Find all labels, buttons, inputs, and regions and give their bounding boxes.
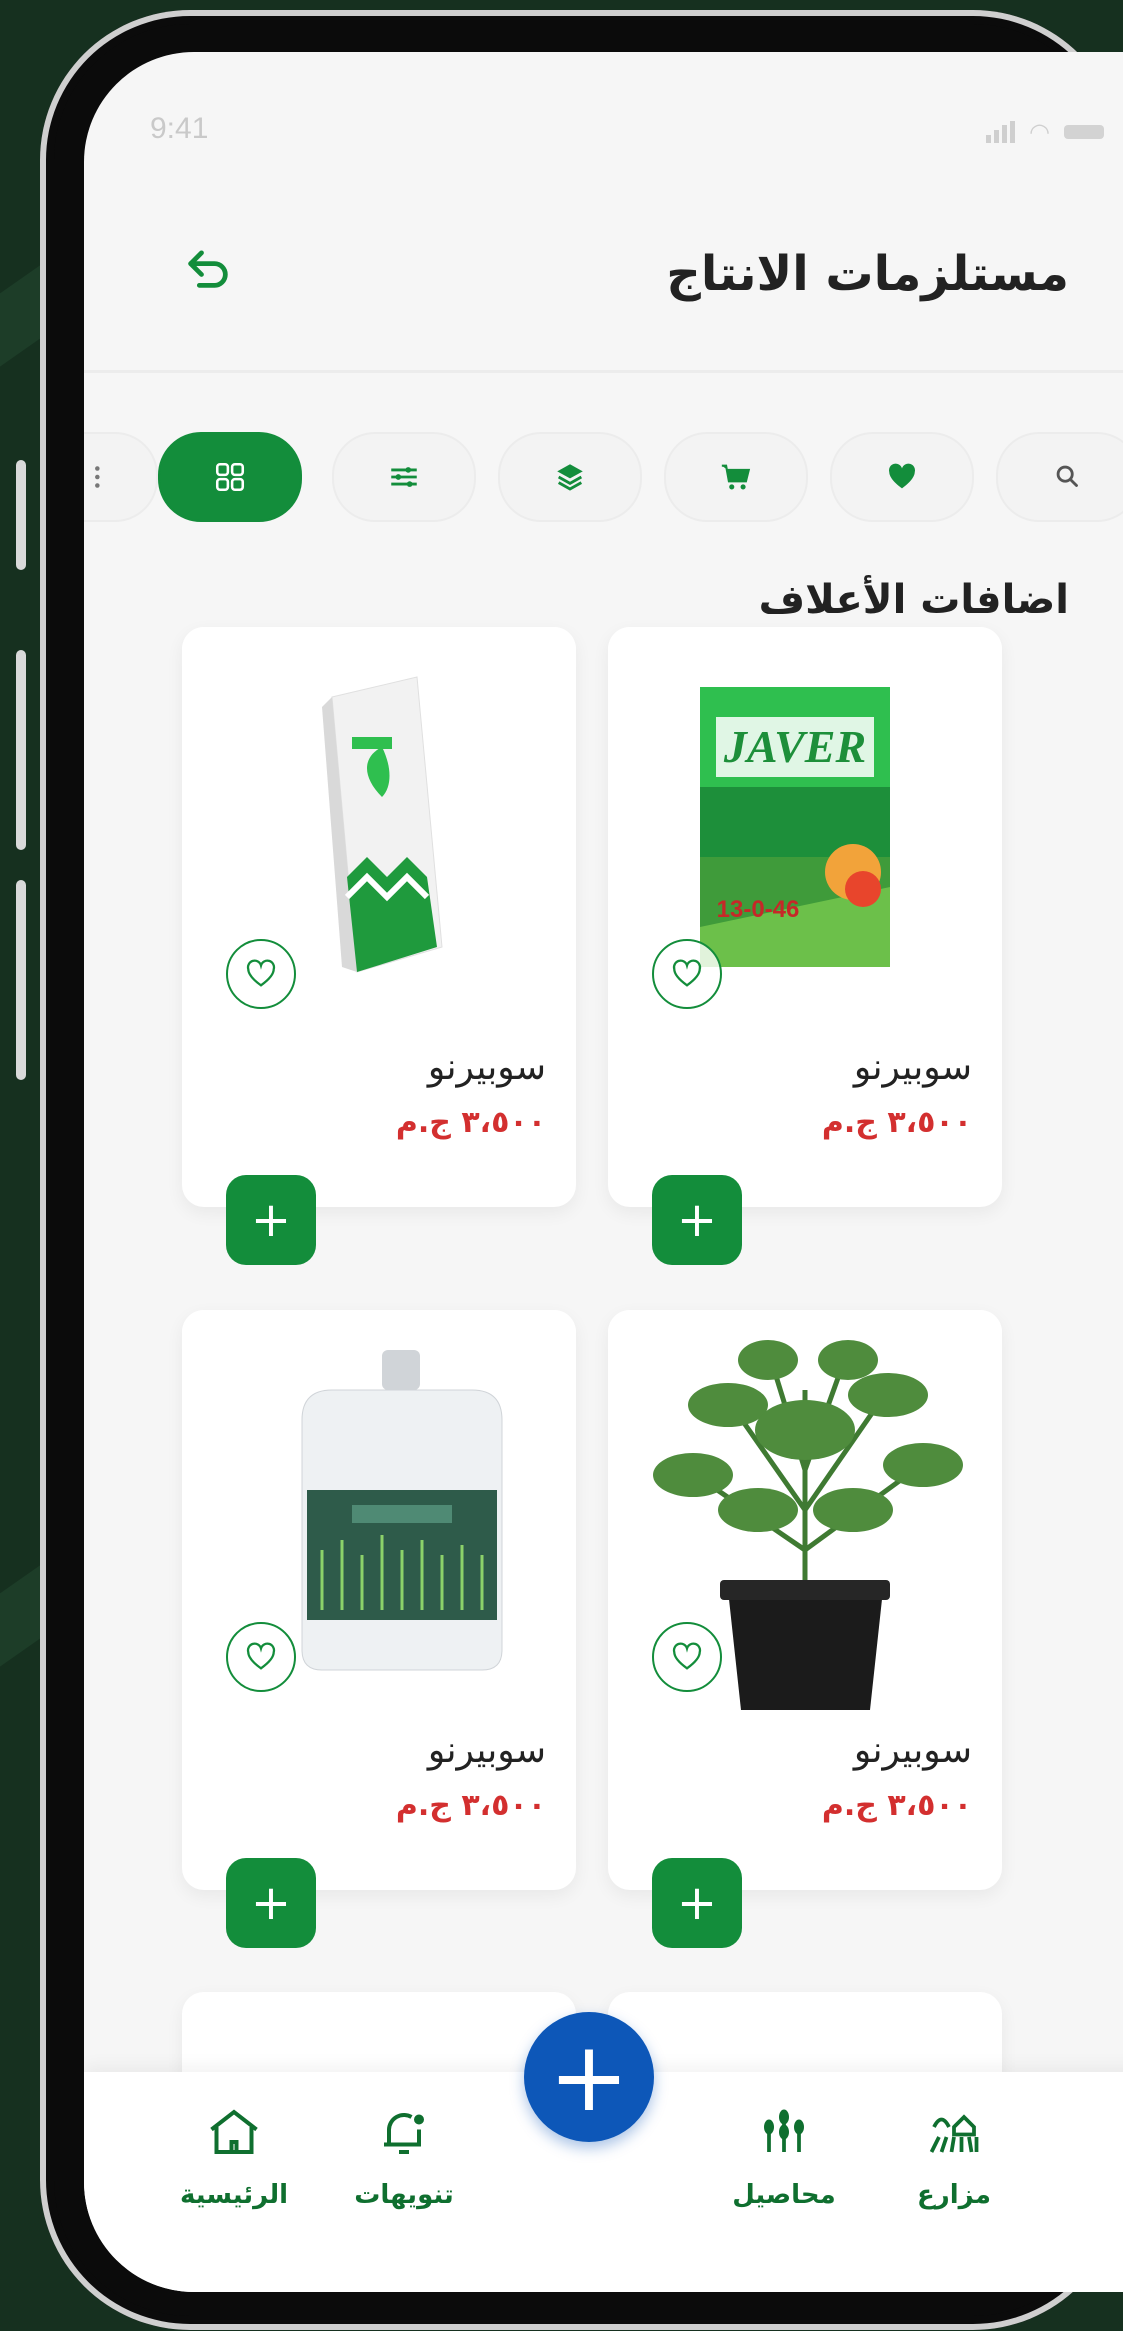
section-title: اضافات الأعلاف	[758, 577, 1069, 623]
sliders-icon	[391, 467, 417, 487]
product-price: ٣،٥٠٠ ج.م	[395, 1788, 546, 1823]
filter-chip[interactable]	[332, 432, 476, 522]
grid-view-chip[interactable]	[158, 432, 302, 522]
phone-side-button	[16, 650, 26, 850]
status-time: 9:41	[150, 112, 209, 145]
nav-label: محاصيل	[732, 2180, 836, 2210]
plus-icon: +	[548, 2021, 630, 2133]
svg-text:JAVER: JAVER	[723, 721, 866, 772]
wifi-icon: ◠	[1029, 118, 1050, 146]
add-to-cart-button[interactable]: +	[226, 1858, 316, 1948]
phone-side-button	[16, 880, 26, 1080]
search-chip[interactable]	[996, 432, 1123, 522]
product-card[interactable]: سوبيرنو ٣،٥٠٠ ج.م +	[182, 1310, 576, 1948]
plus-icon: +	[676, 1192, 718, 1248]
back-arrow-icon[interactable]	[182, 242, 234, 294]
product-card[interactable]: سوبيرنو ٣،٥٠٠ ج.م +	[608, 1310, 1002, 1948]
add-to-cart-button[interactable]: +	[226, 1175, 316, 1265]
product-price: ٣،٥٠٠ ج.م	[395, 1105, 546, 1140]
phone-side-button	[16, 460, 26, 570]
heart-outline-icon	[246, 1642, 276, 1670]
plus-icon: +	[250, 1875, 292, 1931]
cart-chip[interactable]	[664, 432, 808, 522]
layers-chip[interactable]	[498, 432, 642, 522]
toolbar-chips	[84, 432, 1123, 522]
add-to-cart-button[interactable]: +	[652, 1175, 742, 1265]
product-name: سوبيرنو	[427, 1047, 546, 1088]
header-divider	[84, 370, 1123, 373]
heart-outline-icon	[672, 1642, 702, 1670]
product-name: سوبيرنو	[853, 1047, 972, 1088]
nav-label: الرئيسية	[179, 2180, 289, 2210]
nav-item-farms[interactable]: مزارع	[884, 2102, 1024, 2210]
farm-icon	[929, 2114, 979, 2153]
product-name: سوبيرنو	[853, 1730, 972, 1771]
header: مستلزمات الانتاج	[84, 162, 1123, 372]
nav-label: مزارع	[917, 2180, 991, 2210]
heart-outline-icon	[246, 959, 276, 987]
favorite-button[interactable]	[226, 939, 296, 1009]
more-vertical-icon	[95, 466, 100, 488]
add-to-cart-button[interactable]: +	[652, 1858, 742, 1948]
more-chip[interactable]	[84, 432, 158, 522]
home-icon	[210, 2109, 258, 2154]
heart-outline-icon	[672, 959, 702, 987]
nav-item-notifications[interactable]: تنويهات	[334, 2102, 474, 2210]
favorite-button[interactable]	[652, 1622, 722, 1692]
plus-icon: +	[676, 1875, 718, 1931]
product-name: سوبيرنو	[427, 1730, 546, 1771]
svg-text:13-0-46: 13-0-46	[717, 896, 800, 923]
product-price: ٣،٥٠٠ ج.م	[821, 1788, 972, 1823]
signal-icon	[986, 121, 1016, 143]
bell-icon	[384, 2113, 424, 2154]
layers-icon	[557, 464, 583, 491]
cart-icon	[721, 464, 751, 490]
nav-label: تنويهات	[354, 2180, 454, 2210]
heart-icon	[889, 463, 915, 489]
favorite-button[interactable]	[226, 1622, 296, 1692]
plus-icon: +	[250, 1192, 292, 1248]
nav-item-crops[interactable]: محاصيل	[714, 2102, 854, 2210]
status-icons: ◠	[986, 118, 1104, 146]
app-screen: 9:41 ◠ مستلزمات الانتاج اضافات الأعلاف J…	[84, 52, 1123, 2292]
crops-icon	[764, 2109, 804, 2152]
product-card[interactable]: JAVER 13-0-46 سوبيرنو ٣،٥٠٠ ج.م +	[608, 627, 1002, 1265]
grid-icon	[215, 462, 245, 492]
add-fab-button[interactable]: +	[524, 2012, 654, 2142]
search-icon	[1056, 465, 1078, 487]
nav-item-home[interactable]: الرئيسية	[164, 2102, 304, 2210]
page-title: مستلزمات الانتاج	[666, 246, 1069, 302]
favorites-chip[interactable]	[830, 432, 974, 522]
product-price: ٣،٥٠٠ ج.م	[821, 1105, 972, 1140]
favorite-button[interactable]	[652, 939, 722, 1009]
status-bar: 9:41 ◠	[84, 112, 1123, 162]
battery-icon	[1064, 125, 1104, 139]
product-card[interactable]: سوبيرنو ٣،٥٠٠ ج.م +	[182, 627, 576, 1265]
